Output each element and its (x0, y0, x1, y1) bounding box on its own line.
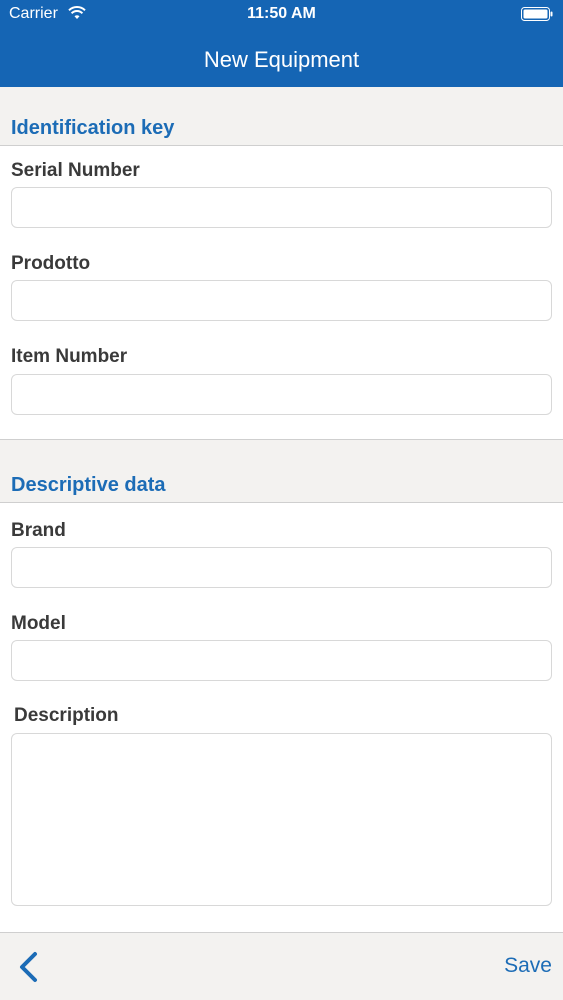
form-content: Identification key Serial Number Prodott… (0, 87, 563, 932)
bottom-toolbar: Save (0, 932, 563, 1000)
item-number-input[interactable] (11, 374, 552, 415)
section-title-descriptive: Descriptive data (11, 474, 166, 496)
battery-icon (521, 7, 553, 21)
status-time: 11:50 AM (247, 5, 316, 22)
section-header-identification: Identification key (0, 87, 563, 146)
item-number-label: Item Number (11, 346, 128, 367)
back-button[interactable] (8, 947, 48, 987)
prodotto-input[interactable] (11, 280, 552, 321)
model-input[interactable] (11, 640, 552, 681)
status-bar: Carrier 11:50 AM (0, 0, 563, 30)
description-textarea[interactable] (11, 733, 552, 906)
prodotto-label: Prodotto (11, 253, 91, 274)
brand-input[interactable] (11, 547, 552, 588)
description-label: Description (14, 705, 119, 726)
save-button[interactable]: Save (504, 954, 552, 978)
serial-number-label: Serial Number (11, 160, 140, 181)
page-title: New Equipment (203, 47, 360, 72)
top-bar: Carrier 11:50 AM New Equipment (0, 0, 563, 87)
model-label: Model (11, 613, 66, 634)
chevron-left-icon (20, 952, 37, 982)
section-title-identification: Identification key (11, 117, 175, 139)
brand-label: Brand (11, 520, 66, 541)
serial-number-input[interactable] (11, 187, 552, 228)
section-header-descriptive: Descriptive data (0, 439, 563, 503)
